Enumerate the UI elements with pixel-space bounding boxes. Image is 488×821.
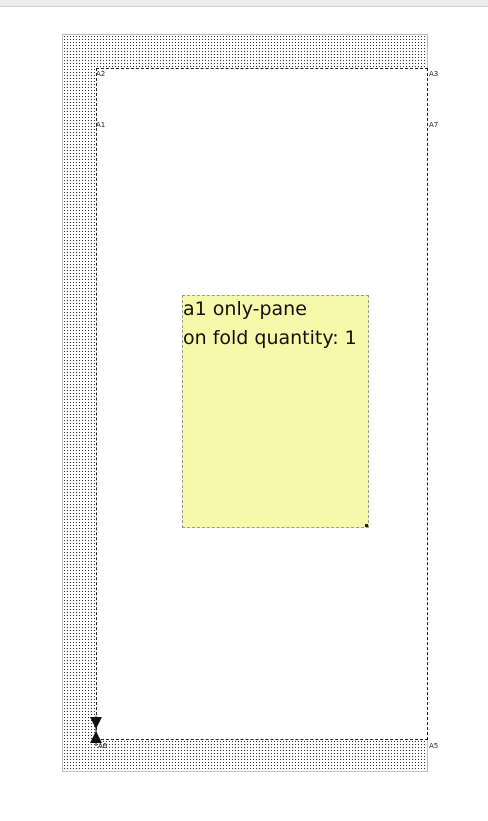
pane-subtitle: on fold quantity: 1 bbox=[183, 327, 357, 349]
hinge-arrow-icon[interactable] bbox=[89, 716, 103, 746]
corner-label-a2: A2 bbox=[96, 70, 106, 78]
pane-title: a1 only-pane bbox=[183, 298, 307, 320]
pane-a1[interactable]: a1 only-pane on fold quantity: 1 bbox=[182, 295, 369, 528]
corner-label-a5: A5 bbox=[429, 742, 439, 750]
corner-label-a7: A7 bbox=[429, 121, 439, 129]
top-toolbar bbox=[0, 0, 488, 7]
corner-label-a1: A1 bbox=[96, 121, 106, 129]
resize-handle-icon[interactable] bbox=[365, 524, 368, 527]
corner-label-a3: A3 bbox=[429, 70, 439, 78]
